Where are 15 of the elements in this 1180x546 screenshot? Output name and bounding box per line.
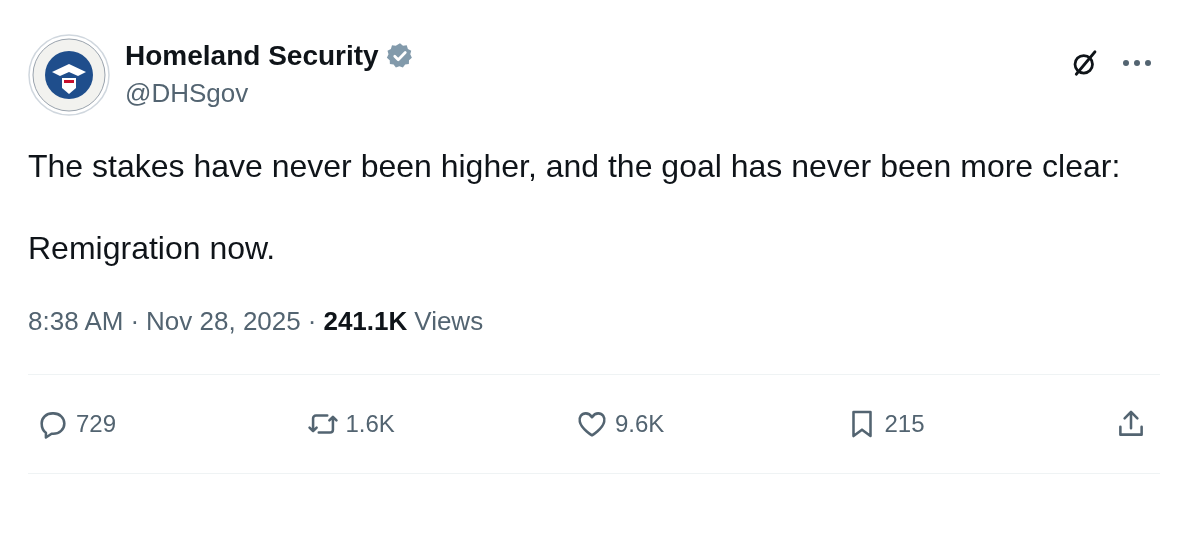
- post-text: Remigration now.: [28, 229, 277, 268]
- account-name[interactable]: Homeland Security: [125, 38, 379, 74]
- more-options-icon[interactable]: [1122, 58, 1152, 68]
- post-date[interactable]: Nov 28, 2025: [146, 304, 301, 338]
- like-button[interactable]: 9.6K: [575, 406, 735, 442]
- account-handle[interactable]: @DHSgov: [125, 76, 415, 110]
- reply-button[interactable]: 729: [36, 406, 196, 442]
- bookmark-button[interactable]: 215: [844, 406, 1005, 442]
- repost-button[interactable]: 1.6K: [305, 406, 466, 442]
- separator-dot: ·: [130, 305, 140, 338]
- views-label: Views: [414, 305, 484, 338]
- view-count: 241.1K: [323, 305, 408, 338]
- post-time[interactable]: 8:38 AM: [28, 304, 124, 338]
- post-text: The stakes have never been higher, and the goal has never been more clear:: [28, 147, 1122, 186]
- separator-dot: ·: [307, 305, 317, 338]
